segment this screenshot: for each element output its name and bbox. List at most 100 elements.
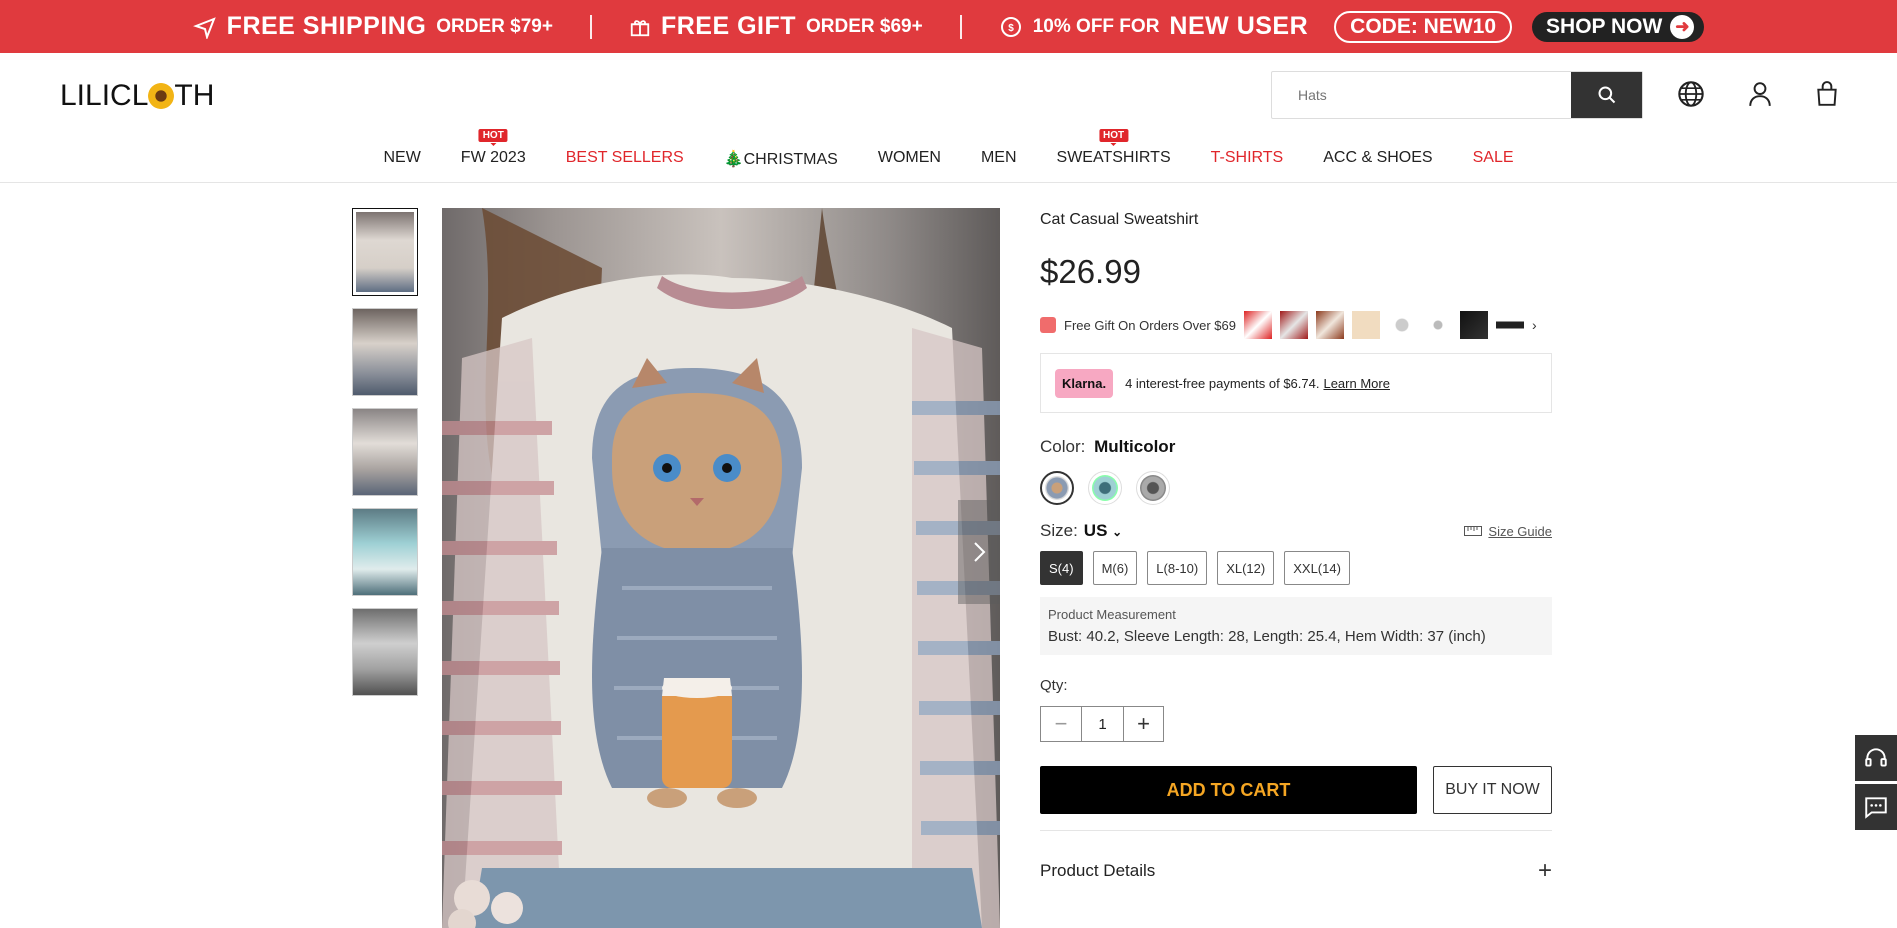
product-details-toggle[interactable]: Product Details + <box>1040 830 1552 885</box>
nav-item-label: BEST SELLERS <box>565 149 684 166</box>
gift-item-image <box>1243 311 1272 339</box>
color-swatch[interactable] <box>1040 471 1074 505</box>
sunflower-icon <box>148 83 175 109</box>
klarna-text: 4 interest-free payments of $6.74. <box>1125 375 1320 391</box>
qty-decrease-button[interactable]: − <box>1041 707 1081 741</box>
nav-item-new[interactable]: NEW <box>383 149 420 169</box>
chat-button[interactable] <box>1855 784 1897 830</box>
size-options: S(4) M(6) L(8-10) XL(12) XXL(14) <box>1040 551 1552 585</box>
nav-item-christmas[interactable]: 🎄CHRISTMAS <box>724 149 838 169</box>
product-measurement: Product Measurement Bust: 40.2, Sleeve L… <box>1040 597 1552 655</box>
globe-icon[interactable] <box>1676 79 1706 109</box>
color-swatches <box>1040 471 1552 505</box>
chat-icon <box>1865 797 1887 819</box>
size-guide-label: Size Guide <box>1488 523 1552 539</box>
logo-text-end: TH <box>174 79 215 112</box>
nav-item-sweatshirts[interactable]: HOT SWEATSHIRTS <box>1057 129 1171 169</box>
chevron-right-icon <box>974 542 986 562</box>
swatch-image <box>1140 475 1166 501</box>
size-option-xxl[interactable]: XXL(14) <box>1284 551 1350 585</box>
account-icon[interactable] <box>1745 79 1775 109</box>
color-row: Color: Multicolor <box>1040 437 1552 457</box>
size-region-value: US <box>1083 521 1108 540</box>
product-main-image[interactable] <box>442 208 1000 928</box>
klarna-logo: Klarna. <box>1055 368 1114 398</box>
nav-item-sale[interactable]: SALE <box>1473 149 1514 169</box>
plus-icon: + <box>1537 857 1552 884</box>
nav-item-label: MEN <box>980 149 1017 166</box>
promo-shipping: FREE SHIPPING ORDER $79+ <box>192 12 553 41</box>
chevron-right-icon[interactable]: › <box>1532 317 1537 333</box>
qty-increase-button[interactable]: + <box>1123 707 1163 741</box>
color-swatch[interactable] <box>1136 471 1170 505</box>
arrow-right-icon: ➜ <box>1670 14 1695 39</box>
gift-item-image <box>1387 311 1416 339</box>
thumbnail-image <box>353 409 417 495</box>
cart-icon[interactable] <box>1812 79 1842 109</box>
size-region-select[interactable]: US ⌄ <box>1084 521 1122 541</box>
search-button[interactable] <box>1571 72 1642 118</box>
nav-item-best-sellers[interactable]: BEST SELLERS <box>566 149 684 169</box>
promo-discount-text: 10% OFF FOR <box>1032 15 1160 37</box>
swatch-image <box>1045 476 1069 500</box>
add-to-cart-button[interactable]: ADD TO CART <box>1040 766 1417 814</box>
customer-service-button[interactable] <box>1855 735 1897 781</box>
buy-it-now-button[interactable]: BUY IT NOW <box>1433 766 1552 814</box>
product-photo <box>442 208 1000 928</box>
main-nav: NEW HOT FW 2023 BEST SELLERS 🎄CHRISTMAS W… <box>0 129 1897 169</box>
gift-item-image <box>1315 311 1344 339</box>
measurement-title: Product Measurement <box>1048 607 1176 622</box>
size-guide-link[interactable]: Size Guide <box>1464 524 1552 539</box>
gift-item-image <box>1279 311 1308 339</box>
coupon-icon: $ <box>1000 16 1021 37</box>
learn-more-link[interactable]: Learn More <box>1323 376 1389 391</box>
size-option-s[interactable]: S(4) <box>1040 551 1083 585</box>
ruler-icon <box>1464 526 1483 536</box>
nav-item-men[interactable]: MEN <box>981 149 1017 169</box>
product-thumbnail[interactable] <box>352 308 418 396</box>
promo-divider <box>589 14 592 39</box>
nav-item-t-shirts[interactable]: T-SHIRTS <box>1211 149 1284 169</box>
headset-icon <box>1865 748 1887 767</box>
size-option-xl[interactable]: XL(12) <box>1217 551 1275 585</box>
nav-item-label: T-SHIRTS <box>1210 149 1284 166</box>
product-thumbnail[interactable] <box>352 608 418 696</box>
gift-badge-icon <box>1040 317 1056 333</box>
product-price: $26.99 <box>1040 253 1141 290</box>
search-icon <box>1598 86 1615 104</box>
product-thumbnail[interactable] <box>352 208 418 296</box>
klarna-box: Klarna. 4 interest-free payments of $6.7… <box>1040 353 1552 413</box>
gift-item-image <box>1423 311 1452 339</box>
nav-item-women[interactable]: WOMEN <box>878 149 941 169</box>
product-thumbnail[interactable] <box>352 508 418 596</box>
product-thumbnail[interactable] <box>352 408 418 496</box>
search-input[interactable] <box>1272 72 1571 118</box>
free-gift-row[interactable]: Free Gift On Orders Over $69 › <box>1040 311 1552 339</box>
nav-item-label: NEW <box>383 149 421 166</box>
nav-item-label: 🎄CHRISTMAS <box>723 151 838 168</box>
color-value: Multicolor <box>1094 437 1176 456</box>
thumbnail-list <box>352 208 418 708</box>
promo-banner[interactable]: FREE SHIPPING ORDER $79+ FREE GIFT ORDER… <box>0 0 1897 53</box>
product-details-label: Product Details <box>1040 861 1156 880</box>
nav-item-acc-shoes[interactable]: ACC & SHOES <box>1323 149 1432 169</box>
shop-now-button[interactable]: SHOP NOW ➜ <box>1532 11 1705 42</box>
size-option-m[interactable]: M(6) <box>1092 551 1138 585</box>
product-title: Cat Casual Sweatshirt <box>1040 211 1199 228</box>
nav-item-fw-2023[interactable]: HOT FW 2023 <box>460 129 526 169</box>
site-logo[interactable]: LILICL TH <box>60 79 214 113</box>
logo-text-start: LILICL <box>60 79 149 112</box>
promo-discount: $ 10% OFF FOR NEW USER CODE: NEW10 SHOP … <box>999 10 1705 43</box>
promo-gift: FREE GIFT ORDER $69+ <box>629 12 923 41</box>
size-label: Size: <box>1040 521 1078 540</box>
color-swatch[interactable] <box>1088 471 1122 505</box>
promo-gift-condition: ORDER $69+ <box>806 15 923 37</box>
nav-item-label: FW 2023 <box>460 149 526 166</box>
nav-item-label: WOMEN <box>877 149 941 166</box>
next-image-button[interactable] <box>958 500 1000 604</box>
size-option-l[interactable]: L(8-10) <box>1147 551 1208 585</box>
gift-item-image <box>1459 311 1488 339</box>
qty-value[interactable]: 1 <box>1081 707 1123 741</box>
thumbnail-image <box>356 212 414 292</box>
qty-label: Qty: <box>1040 677 1068 694</box>
